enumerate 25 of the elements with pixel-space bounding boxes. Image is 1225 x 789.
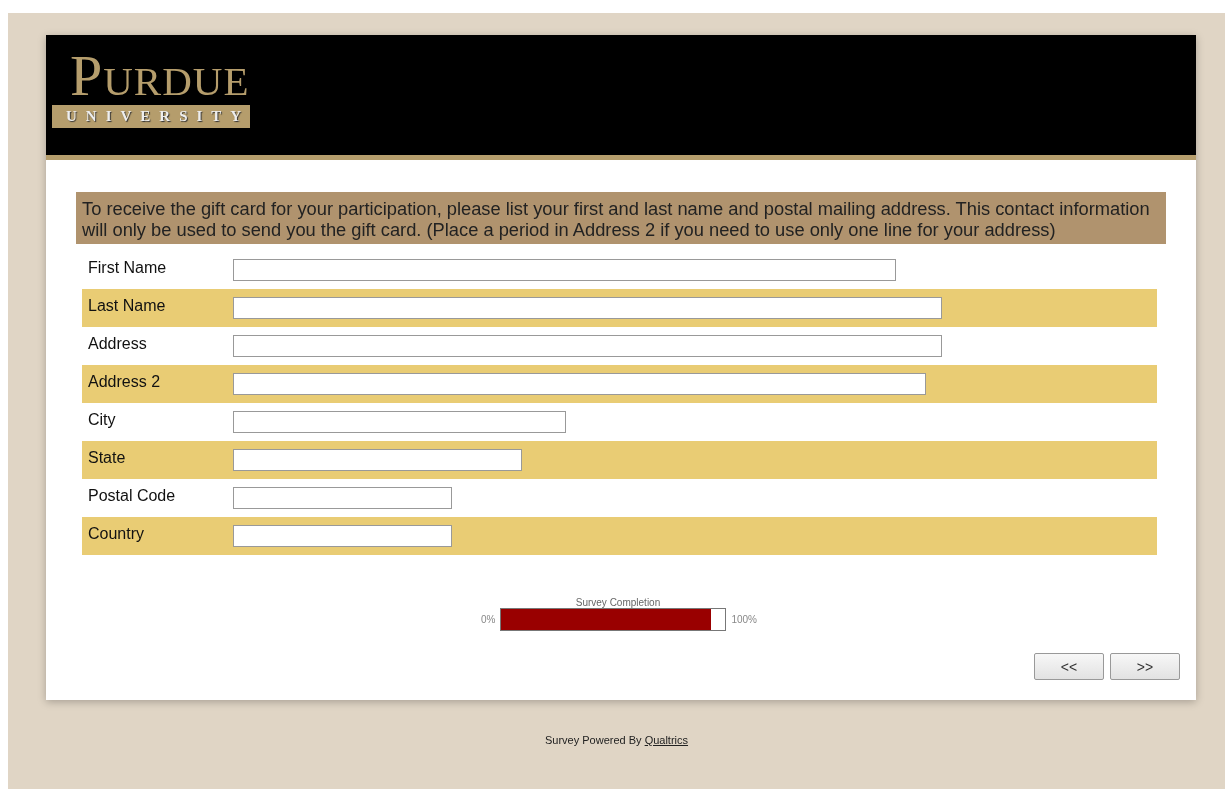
footer-text: Survey Powered By (544, 734, 643, 746)
field-label: Address (87, 335, 148, 353)
text-field[interactable] (233, 411, 566, 433)
text-field[interactable] (233, 335, 942, 357)
qualtrics-link[interactable]: Qualtrics (644, 734, 689, 746)
text-field[interactable] (233, 259, 896, 281)
question-text: To receive the gift card for your participation, please list your first and last name and postal mailing address. This contact information will only be used to send you the gift card. (Place a period in Address 2 if you need to use only one line for your address) (76, 192, 1166, 244)
text-field[interactable] (233, 449, 522, 471)
field-label: Last Name (87, 297, 167, 315)
field-label: City (87, 411, 117, 429)
field-label: Address 2 (87, 373, 162, 391)
university-logo: Purdue UNIVERSITY (52, 47, 322, 128)
field-label: Postal Code (87, 487, 177, 505)
field-label: State (87, 449, 127, 467)
text-field[interactable] (233, 525, 452, 547)
field-label: First Name (87, 259, 168, 277)
back-button[interactable]: << (1034, 653, 1104, 680)
text-field[interactable] (233, 297, 942, 319)
progress-max-label: 100% (731, 614, 757, 625)
text-field[interactable] (233, 373, 926, 395)
progress-min-label: 0% (481, 614, 496, 625)
text-field[interactable] (233, 487, 452, 509)
next-button[interactable]: >> (1110, 653, 1180, 680)
field-label: Country (87, 525, 146, 543)
progress-title: Survey Completion (575, 597, 661, 608)
